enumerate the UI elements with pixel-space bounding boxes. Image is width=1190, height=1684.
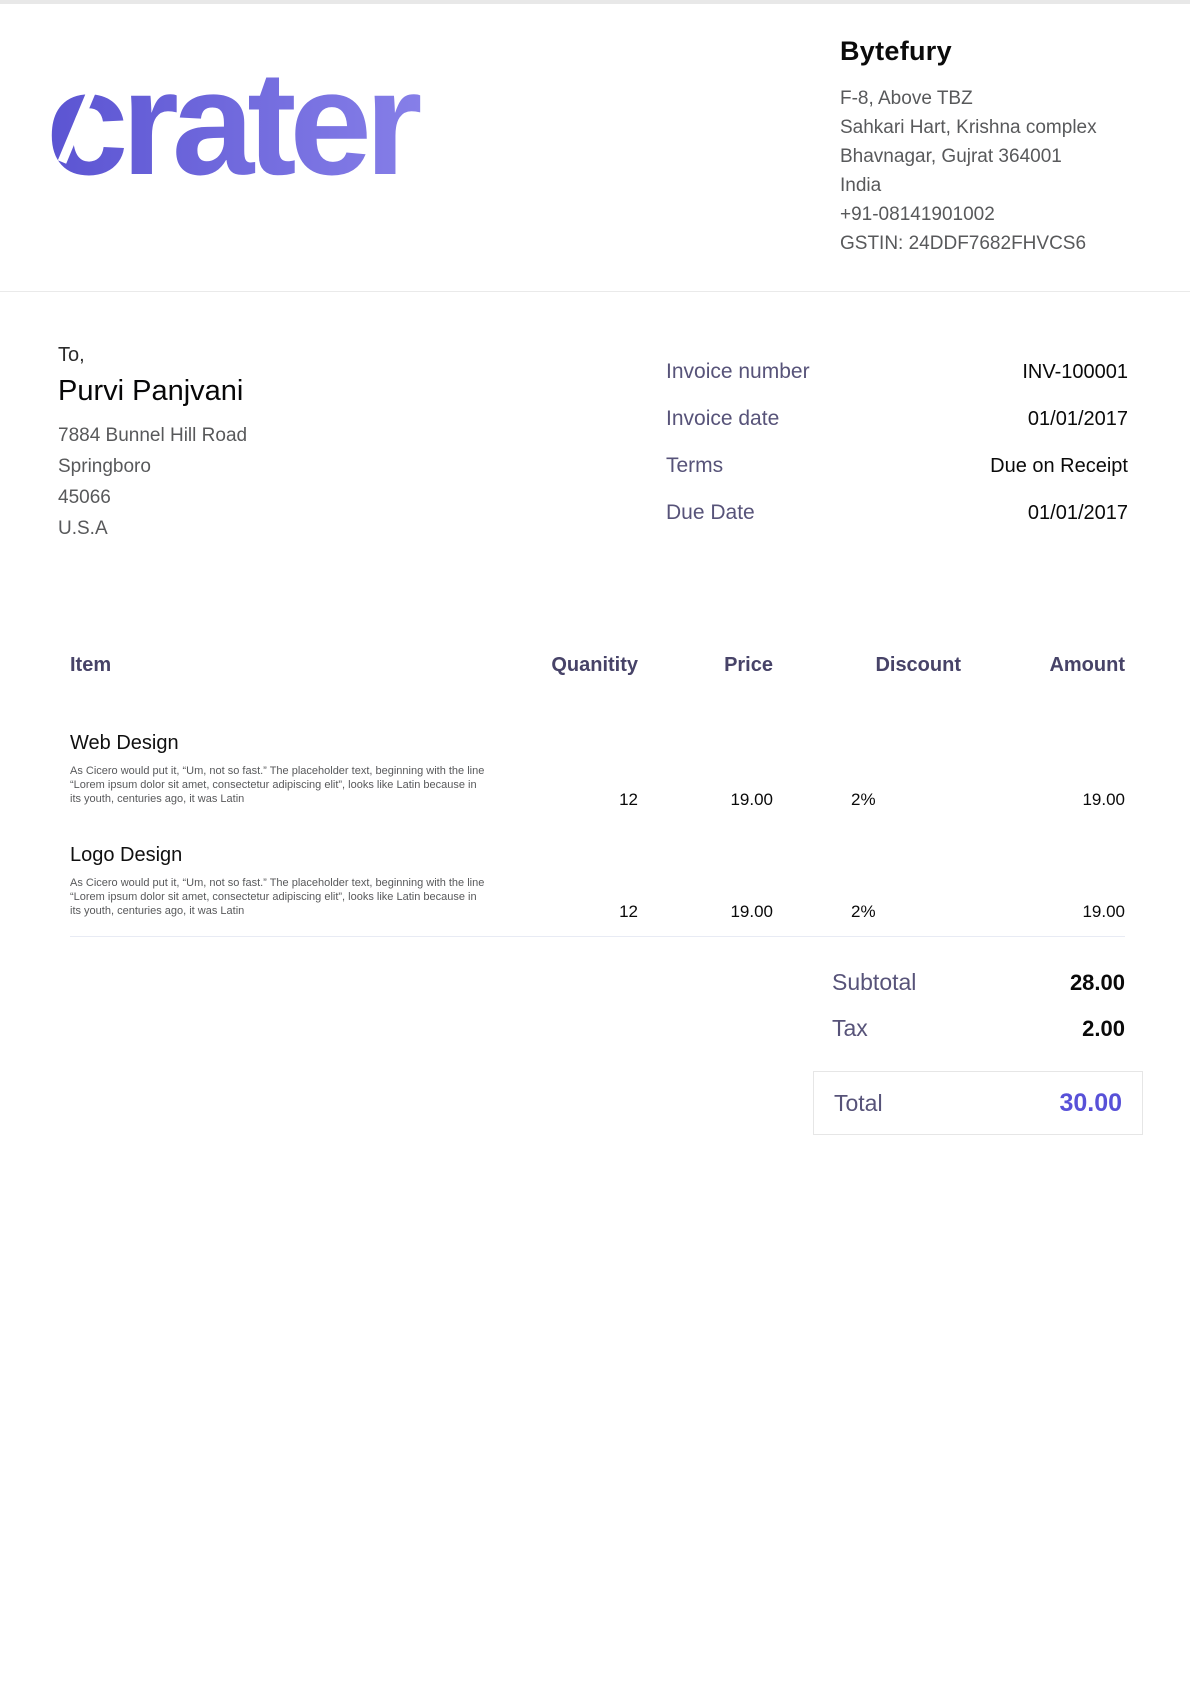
total-box: Total 30.00 (813, 1071, 1143, 1135)
bill-to-block: To, Purvi Panjvani 7884 Bunnel Hill Road… (58, 344, 247, 544)
customer-address-line: 45066 (58, 482, 247, 513)
tax-value: 2.00 (1082, 1016, 1125, 1042)
bill-to-label: To, (58, 344, 247, 367)
item-price: 19.00 (638, 732, 773, 844)
customer-address-line: U.S.A (58, 513, 247, 544)
logo-text: crater (46, 62, 421, 197)
company-address-line: Bhavnagar, Gujrat 364001 (840, 142, 1170, 171)
company-block: Bytefury F-8, Above TBZ Sahkari Hart, Kr… (840, 36, 1170, 258)
terms-value: Due on Receipt (990, 455, 1128, 478)
invoice-date-value: 01/01/2017 (1028, 408, 1128, 431)
item-quantity: 12 (530, 844, 638, 937)
logo-slash-r (444, 94, 484, 162)
crater-logo-icon: crater (46, 62, 496, 197)
total-value: 30.00 (1059, 1089, 1122, 1118)
item-description: As Cicero would put it, “Um, not so fast… (70, 764, 490, 806)
customer-address-line: 7884 Bunnel Hill Road (58, 420, 247, 451)
invoice-date-row: Invoice date 01/01/2017 (666, 407, 1128, 454)
invoice-meta-block: Invoice number INV-100001 Invoice date 0… (666, 360, 1128, 548)
due-date-label: Due Date (666, 501, 755, 525)
item-price: 19.00 (638, 844, 773, 937)
terms-label: Terms (666, 454, 723, 478)
table-row: Logo Design As Cicero would put it, “Um,… (70, 844, 1125, 937)
crater-logo: crater (46, 62, 496, 202)
subtotal-label: Subtotal (832, 969, 916, 996)
item-name: Web Design (70, 732, 530, 755)
items-table-section: Item Quanitity Price Discount Amount Web… (70, 654, 1125, 937)
total-label: Total (834, 1090, 883, 1117)
due-date-row: Due Date 01/01/2017 (666, 501, 1128, 548)
table-row: Web Design As Cicero would put it, “Um, … (70, 732, 1125, 844)
subtotal-row: Subtotal 28.00 (832, 969, 1125, 1015)
item-discount: 2% (773, 844, 961, 937)
column-header-price: Price (638, 654, 773, 732)
invoice-date-label: Invoice date (666, 407, 779, 431)
item-cell: Logo Design As Cicero would put it, “Um,… (70, 844, 530, 937)
item-description: As Cicero would put it, “Um, not so fast… (70, 876, 490, 918)
item-amount: 19.00 (961, 732, 1125, 844)
invoice-info-section: To, Purvi Panjvani 7884 Bunnel Hill Road… (0, 344, 1190, 574)
column-header-item: Item (70, 654, 530, 732)
items-table-header-row: Item Quanitity Price Discount Amount (70, 654, 1125, 732)
company-name: Bytefury (840, 36, 1170, 67)
invoice-number-label: Invoice number (666, 360, 810, 384)
invoice-number-row: Invoice number INV-100001 (666, 360, 1128, 407)
invoice-header: crater Bytefury F-8, Above TBZ Sahkari H… (0, 0, 1190, 292)
items-table: Item Quanitity Price Discount Amount Web… (70, 654, 1125, 937)
invoice-page: crater Bytefury F-8, Above TBZ Sahkari H… (0, 0, 1190, 1684)
item-name: Logo Design (70, 844, 530, 867)
invoice-number-value: INV-100001 (1022, 361, 1128, 384)
terms-row: Terms Due on Receipt (666, 454, 1128, 501)
item-amount: 19.00 (961, 844, 1125, 937)
company-address-line: F-8, Above TBZ (840, 84, 1170, 113)
column-header-discount: Discount (773, 654, 961, 732)
company-gstin: GSTIN: 24DDF7682FHVCS6 (840, 229, 1170, 258)
company-address-line: Sahkari Hart, Krishna complex (840, 113, 1170, 142)
company-address-line: India (840, 171, 1170, 200)
due-date-value: 01/01/2017 (1028, 502, 1128, 525)
tax-label: Tax (832, 1015, 868, 1042)
subtotal-value: 28.00 (1070, 970, 1125, 996)
item-cell: Web Design As Cicero would put it, “Um, … (70, 732, 530, 844)
column-header-amount: Amount (961, 654, 1125, 732)
customer-address-line: Springboro (58, 451, 247, 482)
tax-row: Tax 2.00 (832, 1015, 1125, 1061)
item-discount: 2% (773, 732, 961, 844)
company-phone: +91-08141901002 (840, 200, 1170, 229)
column-header-quantity: Quanitity (530, 654, 638, 732)
item-quantity: 12 (530, 732, 638, 844)
customer-name: Purvi Panjvani (58, 375, 247, 408)
